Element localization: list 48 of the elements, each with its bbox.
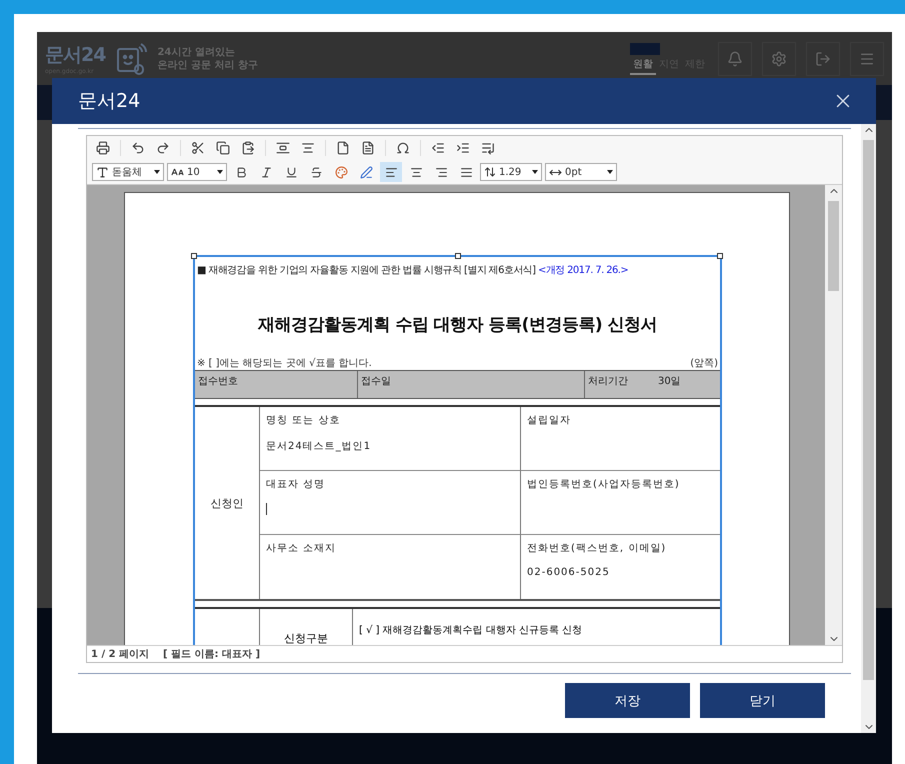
line-spacing-select[interactable]: 1.29 — [480, 163, 542, 181]
page-side: (앞쪽) — [690, 357, 718, 370]
form-field[interactable]: 사무소 소재지 — [260, 535, 520, 599]
line-spacing-icon — [484, 166, 496, 178]
receipt-value: 30일 — [658, 375, 681, 389]
field-label: 전화번호(팩스번호, 이메일) — [527, 542, 668, 555]
table-heading: 신청구분 — [284, 630, 328, 645]
letter-spacing-select[interactable]: 0pt — [545, 163, 617, 181]
text-icon — [96, 166, 109, 178]
field-label: 대표자 성명 — [266, 478, 326, 491]
field-value: 02-6006-5025 — [527, 567, 611, 578]
form-field[interactable]: 대표자 성명 — [260, 471, 520, 535]
form-field[interactable]: 명칭 또는 상호 문서24테스트_법인1 — [260, 407, 520, 471]
field-label: 명칭 또는 상호 — [266, 414, 342, 427]
field-value: 문서24테스트_법인1 — [266, 440, 372, 453]
dialog-button[interactable]: 저장 — [565, 683, 690, 718]
table-heading: 신청인 — [195, 407, 260, 599]
receipt-label: 처리기간 — [588, 375, 628, 389]
dialog-title: 문서24 — [78, 89, 140, 114]
scrollbar[interactable] — [825, 185, 842, 645]
field-label: 사무소 소재지 — [266, 542, 338, 555]
smiley-document-icon — [115, 42, 148, 74]
field-label: 설립일자 — [527, 414, 572, 427]
status-indicator — [630, 42, 660, 54]
form-field[interactable]: 전화번호(팩스번호, 이메일) 02-6006-5025 — [520, 535, 720, 599]
instruction-note: ※ [ ]에는 해당되는 곳에 √표를 합니다. — [197, 356, 372, 370]
scrollbar[interactable] — [861, 124, 876, 733]
form-field[interactable]: 설립일자 — [520, 407, 720, 471]
law-note: ■ 재해경감을 위한 기업의 자율활동 지원에 관한 법률 시행규칙 [별지 제6호서식] — [197, 265, 536, 276]
scroll-thumb[interactable] — [828, 201, 840, 291]
revision-date: <개정 2017. 7. 26.> — [538, 265, 628, 276]
status-tab[interactable]: 원활 — [630, 54, 656, 74]
field-label: 법인등록번호(사업자등록번호) — [527, 478, 681, 491]
receipt-label: 접수일 — [361, 375, 391, 389]
font-size-select[interactable]: 10 — [167, 163, 227, 181]
scroll-thumb[interactable] — [863, 140, 874, 680]
dialog-button[interactable]: 닫기 — [700, 683, 825, 718]
option-text: [ √ ] 재해경감활동계획수립 대행자 신규등록 신청 — [359, 624, 584, 637]
receipt-label: 접수번호 — [198, 375, 238, 389]
form-field[interactable]: 법인등록번호(사업자등록번호) — [520, 471, 720, 535]
form-title: 재해경감활동계획 수립 대행자 등록(변경등록) 신청서 — [256, 314, 658, 336]
font-select[interactable]: 돋움체 — [92, 163, 164, 181]
resize-handle[interactable] — [454, 253, 460, 259]
resize-handle[interactable] — [717, 253, 723, 259]
resize-handle[interactable] — [191, 253, 197, 259]
page-indicator: 1 / 2 페이지 — [91, 648, 150, 661]
field-name: [ 필드 이름: 대표자 ] — [163, 648, 260, 661]
align-left-icon[interactable] — [380, 162, 402, 182]
